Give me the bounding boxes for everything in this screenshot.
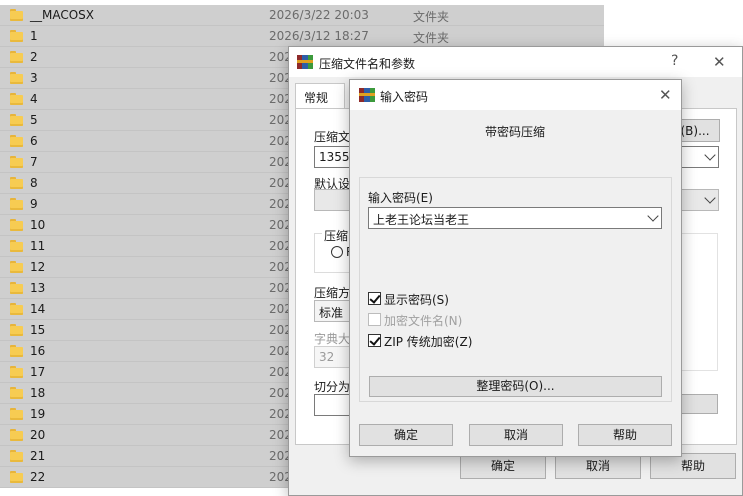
folder-icon <box>10 345 23 357</box>
file-name: 3 <box>30 71 38 85</box>
password-dialog-titlebar[interactable]: 输入密码 ✕ <box>350 80 681 110</box>
format-radio[interactable] <box>331 246 343 258</box>
file-name: 14 <box>30 302 46 316</box>
password-combo[interactable]: 上老王论坛当老王 <box>368 207 662 229</box>
tab-general[interactable]: 常规 <box>295 83 345 109</box>
file-row[interactable]: 1 2026/3/12 18:27 文件夹 <box>0 26 604 47</box>
method-combo[interactable]: 标准 <box>314 300 354 322</box>
chevron-down-icon <box>704 192 716 204</box>
format-group-label: 压缩 <box>322 227 351 244</box>
password-dialog-heading: 带密码压缩 <box>485 125 546 139</box>
encrypt-filenames-checkbox <box>368 313 381 326</box>
folder-icon <box>10 408 23 420</box>
folder-icon <box>10 366 23 378</box>
archive-name-label: 压缩文 <box>314 130 351 144</box>
password-help-button[interactable]: 帮助 <box>578 424 672 446</box>
close-icon[interactable]: ✕ <box>713 55 726 70</box>
chevron-down-icon <box>704 149 716 161</box>
folder-icon <box>10 135 23 147</box>
file-name: 17 <box>30 365 46 379</box>
folder-icon <box>10 324 23 336</box>
folder-icon <box>10 282 23 294</box>
chevron-down-icon <box>647 210 659 222</box>
file-name: 8 <box>30 176 38 190</box>
winrar-icon <box>359 87 375 103</box>
dictionary-label: 字典大 <box>314 332 351 346</box>
file-name: 7 <box>30 155 38 169</box>
folder-icon <box>10 303 23 315</box>
file-name: __MACOSX <box>30 8 95 22</box>
file-type: 文件夹 <box>413 10 450 24</box>
file-name: 10 <box>30 218 46 232</box>
password-value: 上老王论坛当老王 <box>373 213 470 227</box>
folder-icon <box>10 240 23 252</box>
method-value: 标准 <box>319 306 344 320</box>
file-row[interactable]: __MACOSX 2026/3/22 20:03 文件夹 <box>0 5 604 26</box>
file-date: 2026/3/22 20:03 <box>269 8 369 22</box>
file-name: 13 <box>30 281 46 295</box>
split-combo[interactable] <box>314 394 354 416</box>
winrar-icon <box>297 54 313 70</box>
file-name: 9 <box>30 197 38 211</box>
folder-icon <box>10 30 23 42</box>
split-label: 切分为 <box>314 380 351 394</box>
file-name: 11 <box>30 239 46 253</box>
zip-legacy-encryption-label[interactable]: ZIP 传统加密(Z) <box>384 333 472 350</box>
encrypt-filenames-label: 加密文件名(N) <box>384 314 463 328</box>
method-label: 压缩方 <box>314 286 351 300</box>
password-dialog-title: 输入密码 <box>380 90 429 104</box>
zip-legacy-encryption-checkbox[interactable] <box>368 334 381 347</box>
file-name: 5 <box>30 113 38 127</box>
organize-passwords-button[interactable]: 整理密码(O)... <box>369 376 662 397</box>
dictionary-value: 32 <box>319 350 335 364</box>
dictionary-combo: 32 <box>314 346 354 368</box>
file-name: 21 <box>30 449 46 463</box>
folder-icon <box>10 177 23 189</box>
file-name: 18 <box>30 386 46 400</box>
archive-dialog-title: 压缩文件名和参数 <box>319 57 416 71</box>
close-icon[interactable]: ✕ <box>659 88 672 103</box>
folder-icon <box>10 93 23 105</box>
file-name: 2 <box>30 50 38 64</box>
archive-dialog-titlebar[interactable]: 压缩文件名和参数 ? ✕ <box>289 47 742 77</box>
show-password-label[interactable]: 显示密码(S) <box>384 291 449 308</box>
folder-icon <box>10 198 23 210</box>
folder-icon <box>10 450 23 462</box>
folder-icon <box>10 219 23 231</box>
file-name: 12 <box>30 260 46 274</box>
file-name: 20 <box>30 428 46 442</box>
password-label: 输入密码(E) <box>368 191 433 205</box>
password-dialog: 输入密码 ✕ 带密码压缩 输入密码(E) 上老王论坛当老王 显示密码(S) 加密… <box>349 79 682 457</box>
password-ok-button[interactable]: 确定 <box>359 424 453 446</box>
file-name: 1 <box>30 29 38 43</box>
file-name: 6 <box>30 134 38 148</box>
file-date: 2026/3/12 18:27 <box>269 29 369 43</box>
file-name: 4 <box>30 92 38 106</box>
folder-icon <box>10 387 23 399</box>
folder-icon <box>10 261 23 273</box>
file-type: 文件夹 <box>413 31 450 45</box>
folder-icon <box>10 114 23 126</box>
help-icon[interactable]: ? <box>671 54 678 69</box>
tab-general-label: 常规 <box>304 91 329 105</box>
folder-icon <box>10 429 23 441</box>
file-name: 16 <box>30 344 46 358</box>
file-name: 19 <box>30 407 46 421</box>
file-name: 22 <box>30 470 46 484</box>
folder-icon <box>10 156 23 168</box>
folder-icon <box>10 72 23 84</box>
folder-icon <box>10 9 23 21</box>
show-password-checkbox[interactable] <box>368 292 381 305</box>
folder-icon <box>10 471 23 483</box>
folder-icon <box>10 51 23 63</box>
password-cancel-button[interactable]: 取消 <box>469 424 563 446</box>
file-name: 15 <box>30 323 46 337</box>
